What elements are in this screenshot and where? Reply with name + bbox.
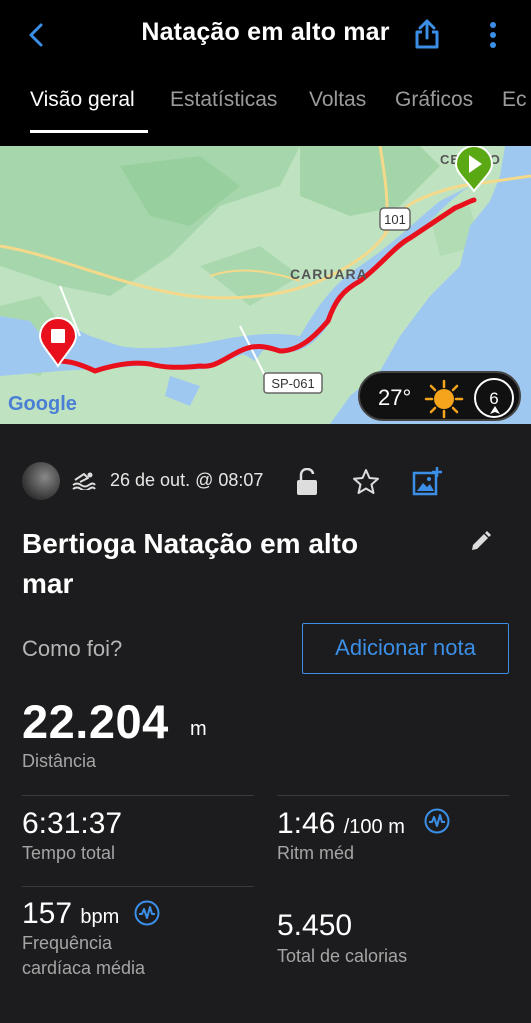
tab-laps[interactable]: Voltas — [309, 88, 366, 112]
avg-pace: 1:46 /100 m — [277, 807, 405, 841]
wind-direction-icon — [490, 406, 500, 414]
star-icon[interactable] — [352, 468, 380, 496]
avg-hr: 157 bpm — [22, 897, 119, 931]
pace-chart-icon[interactable] — [424, 808, 450, 834]
activity-date: 26 de out. @ 08:07 — [110, 470, 264, 490]
weather-temperature: 27° — [378, 385, 412, 410]
active-tab-indicator — [30, 130, 148, 133]
activity-title: Bertioga Natação em alto mar — [22, 528, 359, 599]
tab-bar: Visão geral Estatísticas Voltas Gráficos… — [0, 70, 531, 136]
google-logo: Google — [8, 393, 77, 415]
avg-hr-value: 157 — [22, 897, 73, 930]
more-options-icon[interactable] — [484, 20, 502, 50]
add-photo-icon[interactable] — [412, 466, 442, 496]
calories-label: Total de calorias — [277, 946, 408, 966]
tab-charts[interactable]: Gráficos — [395, 88, 473, 112]
total-time-label: Tempo total — [22, 843, 116, 863]
avg-pace-value: 1:46 — [277, 807, 336, 840]
distance-unit: m — [190, 718, 207, 740]
total-time-value: 6:31:37 — [22, 807, 123, 840]
avg-pace-unit: /100 m — [343, 816, 405, 838]
divider — [22, 795, 254, 796]
avg-pace-label: Ritm méd — [277, 843, 355, 863]
divider — [277, 795, 509, 796]
distance-label: Distância — [22, 751, 97, 771]
avg-hr-unit: bpm — [80, 906, 120, 928]
tab-more[interactable]: Ec — [502, 88, 527, 112]
tab-statistics[interactable]: Estatísticas — [170, 88, 277, 112]
road-shield-101: 101 — [384, 212, 406, 227]
unlock-icon[interactable] — [296, 468, 318, 496]
how-did-it-go-label: Como foi? — [22, 636, 123, 661]
share-icon[interactable] — [412, 18, 442, 50]
tab-overview[interactable]: Visão geral — [30, 88, 135, 112]
distance-value: 22.204 — [22, 695, 169, 748]
avatar[interactable] — [22, 462, 60, 500]
heart-rate-chart-icon[interactable] — [134, 900, 160, 926]
weather-badge: 27° 6 — [358, 371, 521, 421]
road-shield-sp061: SP-061 — [271, 376, 314, 391]
top-bar: Natação em alto mar — [0, 0, 531, 70]
edit-pencil-icon[interactable] — [468, 530, 492, 554]
activity-details: 26 de out. @ 08:07 Bertioga Natação em a… — [0, 424, 531, 1023]
avg-hr-label: Frequência cardíaca média — [22, 933, 146, 978]
sun-icon — [424, 379, 464, 419]
calories-value: 5.450 — [277, 909, 353, 942]
divider — [22, 886, 254, 887]
wind-indicator: 6 — [474, 378, 514, 418]
open-water-swim-icon — [72, 472, 96, 490]
map-label-caruara: CARUARA — [290, 266, 368, 282]
page-title: Natação em alto mar — [141, 18, 390, 46]
add-note-button[interactable]: Adicionar nota — [302, 623, 509, 674]
